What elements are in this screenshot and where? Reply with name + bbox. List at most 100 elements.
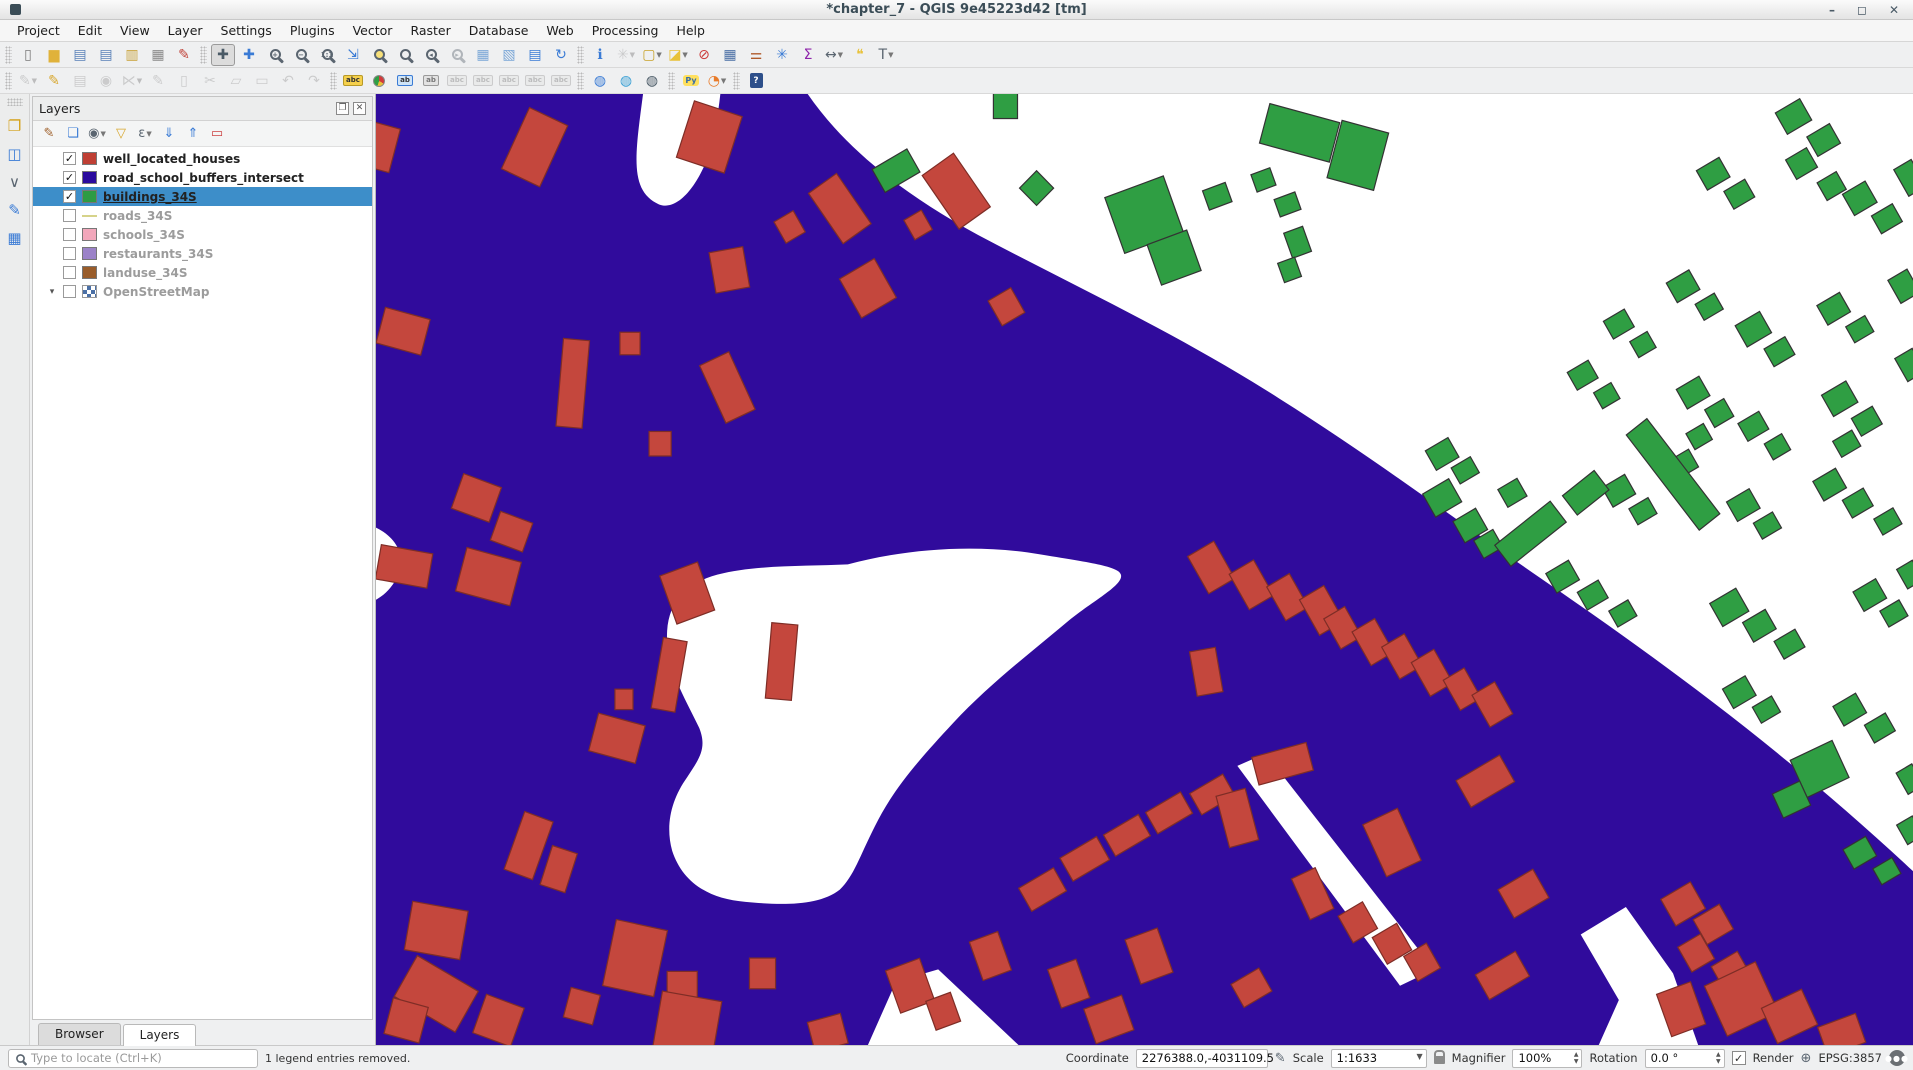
metasearch-add-button[interactable]: ◍ [588,70,612,92]
vertex-tool-button[interactable]: ⋉▼ [120,70,144,92]
tab-layers[interactable]: Layers [123,1024,197,1046]
crs-indicator[interactable]: EPSG:3857 [1818,1051,1882,1065]
metasearch-button[interactable]: ◍ [640,70,664,92]
layer-visibility-checkbox[interactable] [63,209,76,222]
cut-features-button[interactable]: ✂ [198,70,222,92]
layer-item-buildings_34S[interactable]: ✓buildings_34S [33,187,372,206]
zoom-in-button[interactable]: + [263,44,287,66]
toggle-unplaced-labels-button[interactable]: ab [419,70,443,92]
zoom-next-button[interactable]: ▸ [445,44,469,66]
menu-raster[interactable]: Raster [401,21,459,40]
open-attribute-table-button[interactable]: ▦ [718,44,742,66]
zoom-to-layer-button[interactable] [393,44,417,66]
add-feature-button[interactable]: ◉ [94,70,118,92]
layer-diagram-button[interactable] [367,70,391,92]
map-tips-button[interactable]: ❝ [848,44,872,66]
globe-icon[interactable]: ⊕ [1801,1051,1812,1066]
save-layer-edits-button[interactable]: ▤ [68,70,92,92]
pan-to-selection-button[interactable]: ✚ [237,44,261,66]
copy-features-button[interactable]: ▱ [224,70,248,92]
filter-legend-button[interactable]: ▽ [110,123,132,145]
minimize-button[interactable]: – [1829,0,1835,20]
zoom-to-selection-button[interactable] [367,44,391,66]
save-project-button[interactable]: ▤ [68,44,92,66]
new-print-layout-button[interactable]: ▥ [120,44,144,66]
new-shapefile-layer-button[interactable]: ✎ [3,199,27,221]
delete-selected-button[interactable]: ▯ [172,70,196,92]
move-label-button[interactable]: abc [497,70,521,92]
refresh-map-button[interactable]: ↻ [549,44,573,66]
menu-layer[interactable]: Layer [159,21,212,40]
add-group-button[interactable]: ❏ [62,123,84,145]
layer-item-landuse_34S[interactable]: landuse_34S [33,263,372,282]
highlight-pinned-labels-button[interactable]: ab [393,70,417,92]
change-label-button[interactable]: abc [549,70,573,92]
deselect-features-button[interactable]: ⊘ [692,44,716,66]
spinner-arrows-icon[interactable]: ▲▼ [1716,1051,1721,1065]
collapse-all-button[interactable]: ⇑ [182,123,204,145]
new-map-view-button[interactable]: ▦ [471,44,495,66]
statistical-summary-button[interactable]: Σ [796,44,820,66]
current-edits-button[interactable]: ✎▼ [16,70,40,92]
pin-unpin-labels-button[interactable]: abc [471,70,495,92]
select-by-expression-button[interactable]: ◪▼ [666,44,690,66]
menu-processing[interactable]: Processing [583,21,668,40]
layer-visibility-checkbox[interactable]: ✓ [63,171,76,184]
messages-icon[interactable]: ●●● [1889,1050,1905,1066]
help-button[interactable]: ? [744,70,768,92]
paste-features-button[interactable]: ▭ [250,70,274,92]
menu-vector[interactable]: Vector [344,21,402,40]
add-vector-layer-button[interactable]: ∨ [3,171,27,193]
rotation-spinner[interactable]: 0.0 °▲▼ [1645,1049,1725,1068]
redo-button[interactable]: ↷ [302,70,326,92]
save-project-as-button[interactable]: ▤ [94,44,118,66]
bookmarks-button[interactable]: ▤ [523,44,547,66]
layer-visibility-checkbox[interactable] [63,247,76,260]
expand-all-button[interactable]: ⇓ [158,123,180,145]
add-mesh-layer-button[interactable]: ▦ [3,227,27,249]
open-layer-styling-button[interactable]: ✎ [38,123,60,145]
map-svg[interactable] [376,94,1913,1045]
menu-plugins[interactable]: Plugins [281,21,344,40]
expand-arrow-icon[interactable]: ▾ [47,287,57,297]
style-manager-button[interactable]: ✎ [172,44,196,66]
magnifier-spinner[interactable]: 100%▲▼ [1512,1049,1582,1068]
processing-toolbox-button[interactable]: ✳ [770,44,794,66]
menu-settings[interactable]: Settings [212,21,281,40]
render-checkbox[interactable]: ✓ [1732,1051,1746,1065]
layer-visibility-checkbox[interactable]: ✓ [63,190,76,203]
close-button[interactable]: ✕ [1889,0,1899,20]
coordinate-input[interactable]: 2276388.0,-4031109.5 [1136,1049,1268,1068]
tab-browser[interactable]: Browser [38,1023,121,1045]
field-calculator-button[interactable]: ⚌ [744,44,768,66]
new-project-button[interactable]: ▯ [16,44,40,66]
layer-visibility-checkbox[interactable]: ✓ [63,152,76,165]
menu-web[interactable]: Web [537,21,582,40]
menu-help[interactable]: Help [667,21,714,40]
menu-edit[interactable]: Edit [69,21,111,40]
undo-button[interactable]: ↶ [276,70,300,92]
run-feature-action-button[interactable]: ✳▼ [614,44,638,66]
menu-database[interactable]: Database [460,21,538,40]
layer-visibility-checkbox[interactable] [63,228,76,241]
identify-features-button[interactable]: ℹ [588,44,612,66]
rotate-label-button[interactable]: abc [523,70,547,92]
select-features-button[interactable]: ▢▼ [640,44,664,66]
quickmap-services-button[interactable]: ◔▼ [705,70,729,92]
zoom-full-button[interactable]: ⇲ [341,44,365,66]
layer-item-road_school_buffers_intersect[interactable]: ✓road_school_buffers_intersect [33,168,372,187]
show-layout-manager-button[interactable]: ▦ [146,44,170,66]
metasearch-services-button[interactable]: ◍ [614,70,638,92]
add-wms-layer-button[interactable]: ◫ [3,143,27,165]
scale-combo[interactable]: 1:1633▼ [1331,1049,1427,1068]
data-source-manager-button[interactable]: ❐ [3,115,27,137]
show-hide-labels-button[interactable]: abc [445,70,469,92]
measure-button[interactable]: ↔▼ [822,44,846,66]
extents-toggle-icon[interactable]: ✎ [1275,1051,1286,1066]
menu-view[interactable]: View [111,21,159,40]
layer-visibility-checkbox[interactable] [63,266,76,279]
manage-map-themes-button[interactable]: ◉▼ [86,123,108,145]
layer-item-well_located_houses[interactable]: ✓well_located_houses [33,149,372,168]
zoom-native-button[interactable]: 1:1 [315,44,339,66]
maximize-button[interactable]: ◻ [1857,0,1867,20]
